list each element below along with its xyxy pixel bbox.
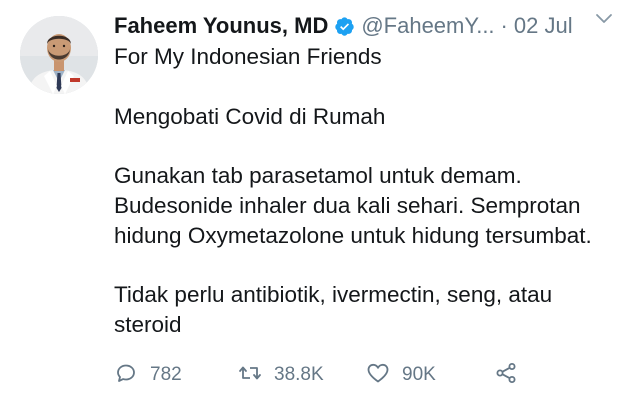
tweet-text-line: Gunakan tab parasetamol untuk demam. — [114, 163, 522, 189]
reply-count: 782 — [150, 364, 182, 385]
display-name[interactable]: Faheem Younus, MD — [114, 13, 328, 39]
action-bar: 782 38.8K 90K — [114, 360, 614, 390]
tweet-date[interactable]: 02 Jul — [514, 13, 573, 39]
share-icon — [494, 361, 518, 390]
retweet-icon — [238, 361, 262, 390]
retweet-count: 38.8K — [274, 364, 324, 385]
reply-button[interactable]: 782 — [114, 360, 182, 390]
separator-dot: · — [500, 13, 508, 38]
reply-icon — [114, 361, 138, 390]
like-button[interactable]: 90K — [366, 360, 436, 390]
tweet-text-line: For My Indonesian Friends — [114, 44, 382, 69]
share-button[interactable] — [494, 360, 518, 390]
tweet-text-line: steroid — [114, 312, 182, 338]
user-handle[interactable]: @FaheemY... — [361, 13, 494, 39]
tweet-text-line: Mengobati Covid di Rumah — [114, 103, 386, 129]
heart-icon — [366, 361, 390, 390]
tweet-text-line: Budesonide inhaler dua kali sehari. Semp… — [114, 192, 581, 218]
avatar[interactable] — [20, 16, 98, 94]
chevron-down-icon[interactable] — [594, 8, 614, 28]
tweet-text: For My Indonesian Friends Mengobati Covi… — [114, 42, 614, 340]
tweet-text-line: hidung Oxymetazolone untuk hidung tersum… — [114, 222, 592, 248]
tweet-header: Faheem Younus, MD @FaheemY... · 02 Jul — [114, 9, 610, 43]
retweet-button[interactable]: 38.8K — [238, 360, 324, 390]
like-count: 90K — [402, 364, 436, 385]
avatar-image — [20, 16, 98, 94]
verified-badge-icon — [334, 16, 355, 37]
tweet-text-line: Tidak perlu antibiotik, ivermectin, seng… — [114, 282, 553, 308]
